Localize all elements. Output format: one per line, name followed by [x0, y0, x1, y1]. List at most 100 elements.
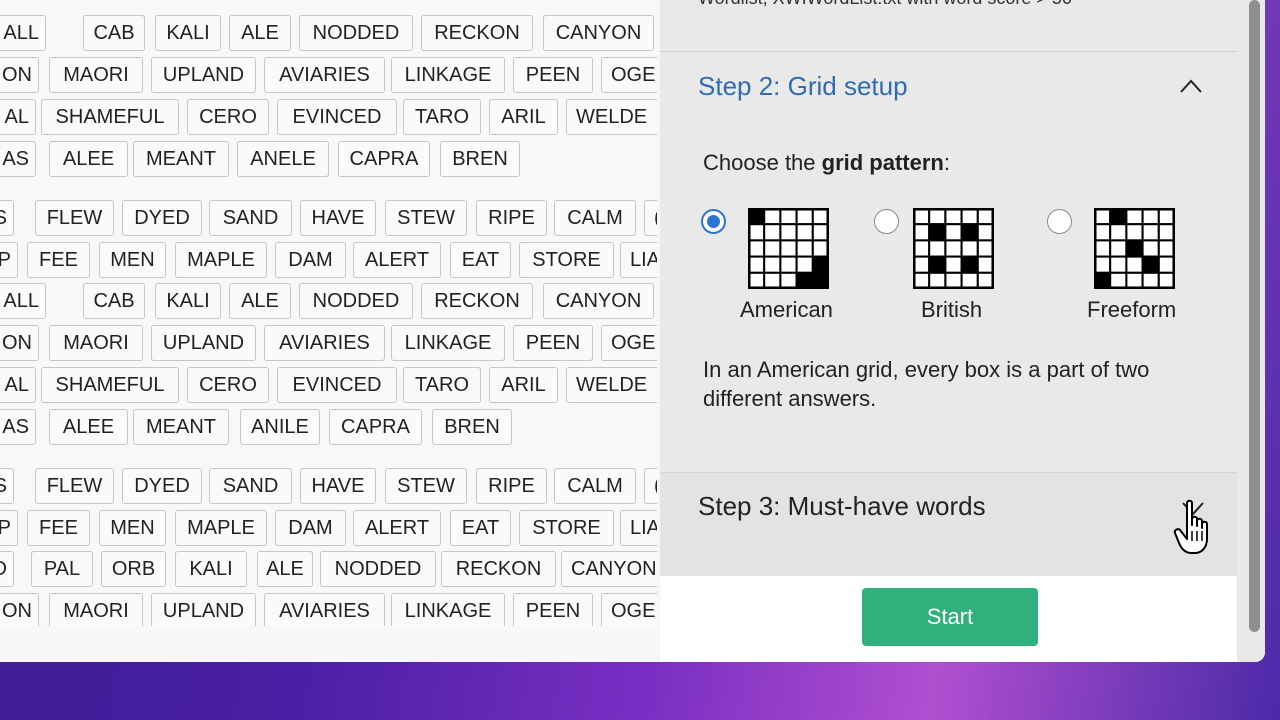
word-chip[interactable]: ALE	[229, 283, 291, 319]
word-chip[interactable]: UPLAND	[151, 57, 256, 93]
word-chip[interactable]: ORB	[101, 551, 166, 587]
word-chip[interactable]: ANELE	[237, 141, 329, 177]
word-chip[interactable]: CANYON	[543, 15, 654, 51]
word-chip[interactable]: FEE	[27, 510, 90, 546]
word-chip[interactable]: HAVE	[300, 468, 376, 504]
scrollbar[interactable]	[1244, 0, 1265, 662]
word-chip[interactable]: DAM	[275, 242, 346, 278]
word-chip[interactable]: S	[0, 200, 14, 236]
word-chip[interactable]: CALM	[554, 468, 636, 504]
word-chip[interactable]: HAVE	[300, 200, 376, 236]
word-chip[interactable]: PEEN	[513, 593, 593, 626]
word-chip[interactable]: (	[644, 200, 657, 236]
word-chip[interactable]: SAND	[209, 468, 292, 504]
word-chip[interactable]: UPLAND	[151, 325, 256, 361]
word-chip[interactable]: SHAMEFUL	[41, 99, 179, 135]
word-chip[interactable]: AL	[0, 99, 36, 135]
word-chip[interactable]: EVINCED	[277, 367, 397, 403]
word-chip[interactable]: UPLAND	[151, 593, 256, 626]
word-chip[interactable]: DAM	[275, 510, 346, 546]
word-chip[interactable]: SHAMEFUL	[41, 367, 179, 403]
word-chip[interactable]: ALEE	[49, 409, 128, 445]
word-chip[interactable]: (	[644, 468, 657, 504]
word-chip[interactable]: LINKAGE	[391, 593, 505, 626]
word-chip[interactable]: MAPLE	[175, 242, 267, 278]
word-chip[interactable]: BREN	[440, 141, 520, 177]
word-chip[interactable]: LINKAGE	[391, 325, 505, 361]
word-chip[interactable]: ON	[0, 325, 39, 361]
word-chip[interactable]: FEE	[27, 242, 90, 278]
scrollbar-thumb[interactable]	[1249, 0, 1260, 632]
word-chip[interactable]: AL	[0, 367, 36, 403]
word-chip[interactable]: STORE	[519, 242, 614, 278]
word-chip[interactable]: AS	[0, 141, 36, 177]
word-chip[interactable]: MAORI	[49, 57, 143, 93]
step3-header[interactable]: Step 3: Must-have words	[660, 472, 1237, 576]
word-chip[interactable]: MAORI	[49, 325, 143, 361]
word-chip[interactable]: KALI	[155, 283, 221, 319]
word-chip[interactable]: D	[0, 551, 14, 587]
word-chip[interactable]: CAPRA	[329, 409, 422, 445]
word-chip[interactable]: CAPRA	[338, 141, 430, 177]
word-chip[interactable]: CANYON	[561, 551, 657, 587]
word-chip[interactable]: ALE	[257, 551, 313, 587]
word-chip[interactable]: MEANT	[133, 141, 229, 177]
word-chip[interactable]: TARO	[403, 99, 481, 135]
pattern-option-freeform[interactable]: Freeform	[1047, 205, 1245, 335]
word-chip[interactable]: CAB	[83, 283, 145, 319]
word-chip[interactable]: PEEN	[513, 325, 593, 361]
word-chip[interactable]: FLEW	[35, 200, 114, 236]
step2-header[interactable]: Step 2: Grid setup	[660, 53, 1237, 119]
word-chip[interactable]: ALE	[229, 15, 291, 51]
word-chip[interactable]: NODDED	[299, 15, 413, 51]
word-chip[interactable]: ALEE	[49, 141, 128, 177]
word-chip[interactable]: ON	[0, 593, 39, 626]
word-chip[interactable]: LIA	[620, 510, 657, 546]
american-radio[interactable]	[701, 209, 726, 234]
word-chip[interactable]: ARIL	[489, 367, 558, 403]
word-chip[interactable]: MEANT	[133, 409, 229, 445]
word-chip[interactable]: AS	[0, 409, 36, 445]
word-chip[interactable]: NODDED	[320, 551, 436, 587]
word-chip[interactable]: KALI	[155, 15, 221, 51]
word-chip[interactable]: RIPE	[476, 468, 547, 504]
word-chip[interactable]: BREN	[432, 409, 512, 445]
word-chip[interactable]: CALM	[554, 200, 636, 236]
word-chip[interactable]: CERO	[187, 99, 269, 135]
word-chip[interactable]: OGE	[601, 325, 657, 361]
word-chip[interactable]: LINKAGE	[391, 57, 505, 93]
word-chip[interactable]: CANYON	[543, 283, 654, 319]
freeform-radio[interactable]	[1047, 209, 1072, 234]
word-chip[interactable]: LIA	[620, 242, 657, 278]
word-chip[interactable]: AVIARIES	[264, 593, 385, 626]
word-chip[interactable]: RECKON	[421, 283, 533, 319]
word-chip[interactable]: P	[0, 242, 18, 278]
pattern-option-american[interactable]: American	[700, 205, 900, 335]
word-chip[interactable]: ARIL	[489, 99, 558, 135]
word-chip[interactable]: RECKON	[441, 551, 556, 587]
word-chip[interactable]: OGE	[601, 593, 657, 626]
word-chip[interactable]: MEN	[99, 510, 166, 546]
word-chip[interactable]: ANILE	[240, 409, 320, 445]
word-chip[interactable]: RIPE	[476, 200, 547, 236]
word-chip[interactable]: AVIARIES	[264, 57, 385, 93]
word-chip[interactable]: S	[0, 468, 14, 504]
pattern-option-british[interactable]: British	[874, 205, 1074, 335]
word-chip[interactable]: CAB	[83, 15, 145, 51]
word-chip[interactable]: EAT	[450, 510, 511, 546]
word-chip[interactable]: WELDE	[566, 367, 657, 403]
word-chip[interactable]: KALI	[175, 551, 247, 587]
word-chip[interactable]: MAPLE	[175, 510, 267, 546]
word-chip[interactable]: PAL	[31, 551, 93, 587]
word-chip[interactable]: NODDED	[299, 283, 413, 319]
start-button[interactable]: Start	[862, 588, 1038, 646]
word-chip[interactable]: PEEN	[513, 57, 593, 93]
word-chip[interactable]: EAT	[450, 242, 511, 278]
word-chip[interactable]: STEW	[385, 200, 467, 236]
word-chip[interactable]: EVINCED	[277, 99, 397, 135]
word-chip[interactable]: WELDE	[566, 99, 657, 135]
word-chip[interactable]: ALERT	[353, 242, 441, 278]
word-chip[interactable]: AVIARIES	[264, 325, 385, 361]
word-chip[interactable]: OGE	[601, 57, 657, 93]
word-chip[interactable]: ALERT	[353, 510, 441, 546]
